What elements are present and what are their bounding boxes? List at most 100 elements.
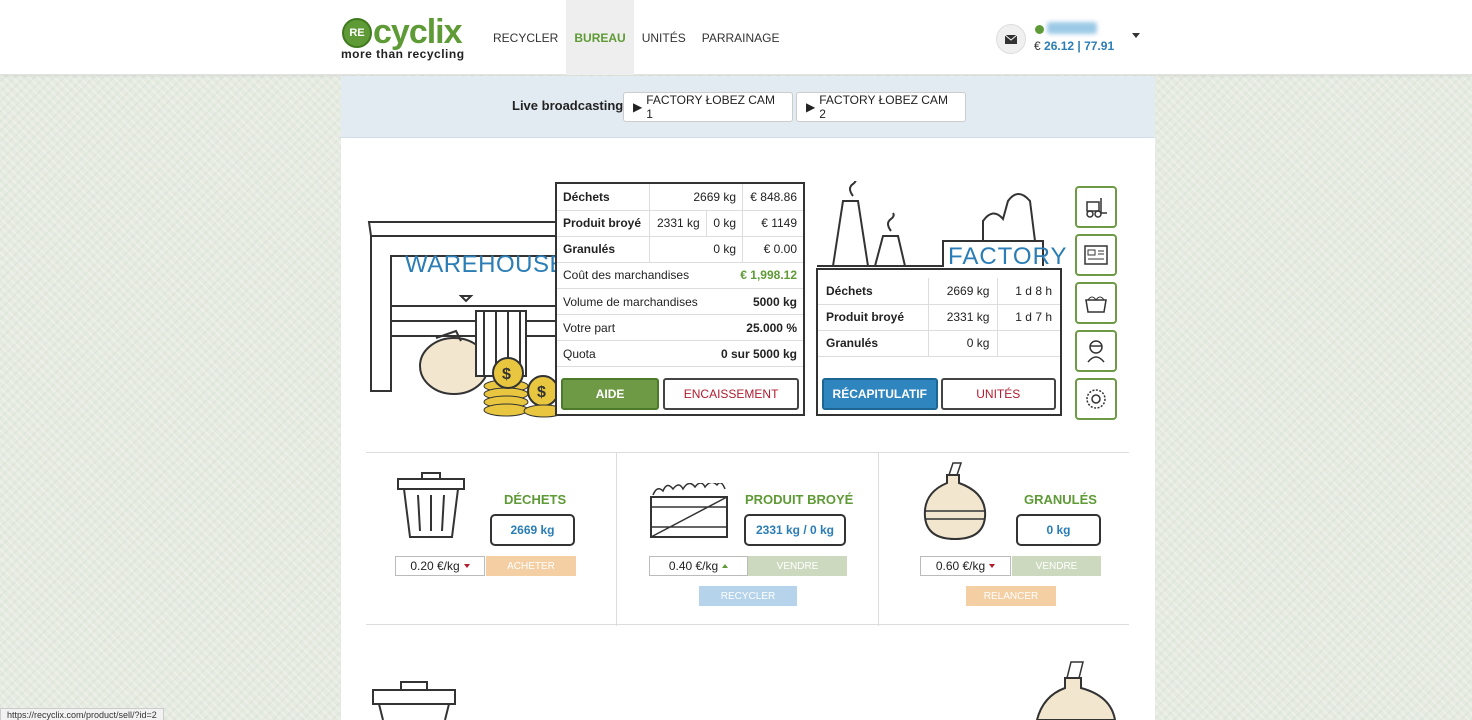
row-qty: 2331 kg bbox=[927, 304, 998, 331]
row-value: € 848.86 bbox=[742, 184, 803, 211]
nav-unites[interactable]: UNITÉS bbox=[634, 0, 694, 75]
top-navigation-bar: RE cyclix more than recycling RECYCLER B… bbox=[0, 0, 1472, 75]
price-value: 0.40 €/kg bbox=[668, 559, 719, 573]
row-label: Granulés bbox=[818, 330, 929, 357]
worker-icon[interactable] bbox=[1075, 330, 1117, 372]
chevron-down-icon[interactable] bbox=[1132, 33, 1140, 38]
trash-bin-icon bbox=[372, 681, 456, 720]
table-row: Produit broyé 2331 kg 0 kg € 1149 bbox=[557, 210, 803, 237]
stat-label: Votre part bbox=[557, 314, 711, 341]
row-value: € 1149 bbox=[742, 210, 803, 237]
table-row: Déchets 2669 kg € 848.86 bbox=[557, 184, 803, 211]
recycle-button[interactable]: RECYCLER bbox=[699, 586, 797, 606]
row-label: Granulés bbox=[557, 236, 650, 263]
container-icon[interactable] bbox=[1075, 282, 1117, 324]
sack-icon bbox=[1035, 661, 1117, 720]
logo-mark: RE bbox=[342, 18, 372, 48]
table-row: Déchets 2669 kg 1 d 8 h bbox=[818, 278, 1060, 305]
stat-label: Volume de marchandises bbox=[557, 288, 711, 315]
play-icon: ▶ bbox=[806, 100, 816, 114]
machine-icon[interactable] bbox=[1075, 234, 1117, 276]
row-qty: 0 kg bbox=[927, 330, 998, 357]
product-title: PRODUIT BROYÉ bbox=[745, 492, 854, 507]
row-label: Déchets bbox=[818, 278, 929, 305]
product-granules: GRANULÉS 0 kg 0.60 €/kg VENDRE RELANCER bbox=[878, 453, 1129, 626]
cam2-label: FACTORY ŁOBEZ CAM 2 bbox=[819, 93, 948, 121]
mail-button[interactable] bbox=[996, 24, 1026, 54]
warehouse-stock-table: Déchets 2669 kg € 848.86 Produit broyé 2… bbox=[557, 184, 803, 263]
stat-value: € 1,998.12 bbox=[710, 262, 803, 289]
table-row: Volume de marchandises 5000 kg bbox=[557, 288, 803, 315]
buy-button[interactable]: ACHETER bbox=[486, 556, 576, 576]
warehouse-title: WAREHOUSE bbox=[405, 251, 566, 278]
svg-text:$: $ bbox=[502, 366, 511, 383]
table-row: Quota 0 sur 5000 kg bbox=[557, 340, 803, 367]
factory-info-card: Déchets 2669 kg 1 d 8 h Produit broyé 23… bbox=[816, 268, 1062, 416]
warehouse-illustration: $ $ bbox=[367, 221, 565, 418]
live-broadcast-bar: Live broadcasting ▶ FACTORY ŁOBEZ CAM 1 ▶… bbox=[341, 76, 1155, 138]
online-status-dot bbox=[1035, 25, 1044, 34]
factory-table: Déchets 2669 kg 1 d 8 h Produit broyé 23… bbox=[818, 278, 1060, 357]
row-time: 1 d 8 h bbox=[997, 278, 1060, 305]
factory-title: FACTORY bbox=[948, 243, 1068, 270]
row-time: 1 d 7 h bbox=[997, 304, 1060, 331]
forklift-icon[interactable] bbox=[1075, 186, 1117, 228]
product-crushed: PRODUIT BROYÉ 2331 kg / 0 kg 0.40 €/kg V… bbox=[616, 453, 878, 626]
nav-bureau[interactable]: BUREAU bbox=[566, 0, 634, 75]
cash-out-button[interactable]: ENCAISSEMENT bbox=[663, 378, 799, 410]
live-label: Live broadcasting bbox=[512, 98, 624, 113]
sack-icon bbox=[923, 462, 987, 541]
cam1-button[interactable]: ▶ FACTORY ŁOBEZ CAM 1 bbox=[623, 92, 793, 122]
price-dropdown[interactable]: 0.40 €/kg bbox=[649, 556, 748, 576]
account-balance: € 26.12 | 77.91 bbox=[1034, 39, 1114, 53]
price-dropdown[interactable]: 0.20 €/kg bbox=[395, 556, 485, 576]
row-label: Déchets bbox=[557, 184, 650, 211]
trend-up-icon bbox=[722, 564, 729, 568]
trash-bin-icon bbox=[397, 472, 465, 538]
summary-button[interactable]: RÉCAPITULATIF bbox=[822, 378, 938, 410]
help-button[interactable]: AIDE bbox=[561, 378, 660, 410]
price-dropdown[interactable]: 0.60 €/kg bbox=[920, 556, 1011, 576]
stat-value: 25.000 % bbox=[710, 314, 803, 341]
table-row: Granulés 0 kg € 0.00 bbox=[557, 236, 803, 263]
product-quantity: 0 kg bbox=[1016, 514, 1101, 546]
main-panel: Live broadcasting ▶ FACTORY ŁOBEZ CAM 1 ▶… bbox=[341, 76, 1155, 720]
product-market-section: DÉCHETS 2669 kg 0.20 €/kg ACHETER PRODUI… bbox=[366, 452, 1129, 626]
logo-tagline: more than recycling bbox=[341, 47, 465, 61]
price-value: 0.20 €/kg bbox=[410, 559, 460, 573]
trend-down-icon bbox=[463, 564, 470, 568]
row-qty: 2669 kg bbox=[927, 278, 998, 305]
sell-button[interactable]: VENDRE bbox=[748, 556, 847, 576]
trend-down-icon bbox=[989, 564, 996, 568]
warehouse-stats-table: Coût des marchandises € 1,998.12 Volume d… bbox=[557, 262, 803, 367]
nav-recycler[interactable]: RECYCLER bbox=[485, 0, 566, 75]
price-value: 0.60 €/kg bbox=[935, 559, 986, 573]
table-row: Produit broyé 2331 kg 1 d 7 h bbox=[818, 304, 1060, 331]
row-qty: 2331 kg bbox=[648, 210, 707, 237]
logo-name: cyclix bbox=[373, 13, 463, 51]
crate-icon bbox=[650, 483, 728, 538]
row-qty: 2669 kg bbox=[648, 184, 743, 211]
svg-text:$: $ bbox=[537, 384, 546, 401]
warehouse-actions: AIDE ENCAISSEMENT bbox=[561, 378, 799, 410]
recyclix-logo[interactable]: RE cyclix more than recycling bbox=[340, 12, 480, 62]
username-blurred bbox=[1047, 22, 1097, 34]
cam2-button[interactable]: ▶ FACTORY ŁOBEZ CAM 2 bbox=[796, 92, 966, 122]
product-quantity: 2669 kg bbox=[490, 514, 575, 546]
stat-value: 0 sur 5000 kg bbox=[710, 340, 803, 367]
play-icon: ▶ bbox=[633, 100, 643, 114]
table-row: Granulés 0 kg bbox=[818, 330, 1060, 357]
sell-button[interactable]: VENDRE bbox=[1012, 556, 1101, 576]
units-button[interactable]: UNITÉS bbox=[940, 378, 1056, 410]
browser-status-url: https://recyclix.com/product/sell/?id=2 bbox=[0, 708, 164, 720]
cam1-label: FACTORY ŁOBEZ CAM 1 bbox=[646, 93, 775, 121]
nav-parrainage[interactable]: PARRAINAGE bbox=[694, 0, 788, 75]
row-label: Produit broyé bbox=[818, 304, 929, 331]
row-label: Produit broyé bbox=[557, 210, 650, 237]
main-nav: RECYCLER BUREAU UNITÉS PARRAINAGE bbox=[485, 0, 788, 75]
product-title: DÉCHETS bbox=[504, 492, 567, 507]
restart-button[interactable]: RELANCER bbox=[966, 586, 1056, 606]
gear-icon[interactable] bbox=[1075, 378, 1117, 420]
row-qty2: 0 kg bbox=[705, 210, 743, 237]
table-row: Coût des marchandises € 1,998.12 bbox=[557, 262, 803, 289]
